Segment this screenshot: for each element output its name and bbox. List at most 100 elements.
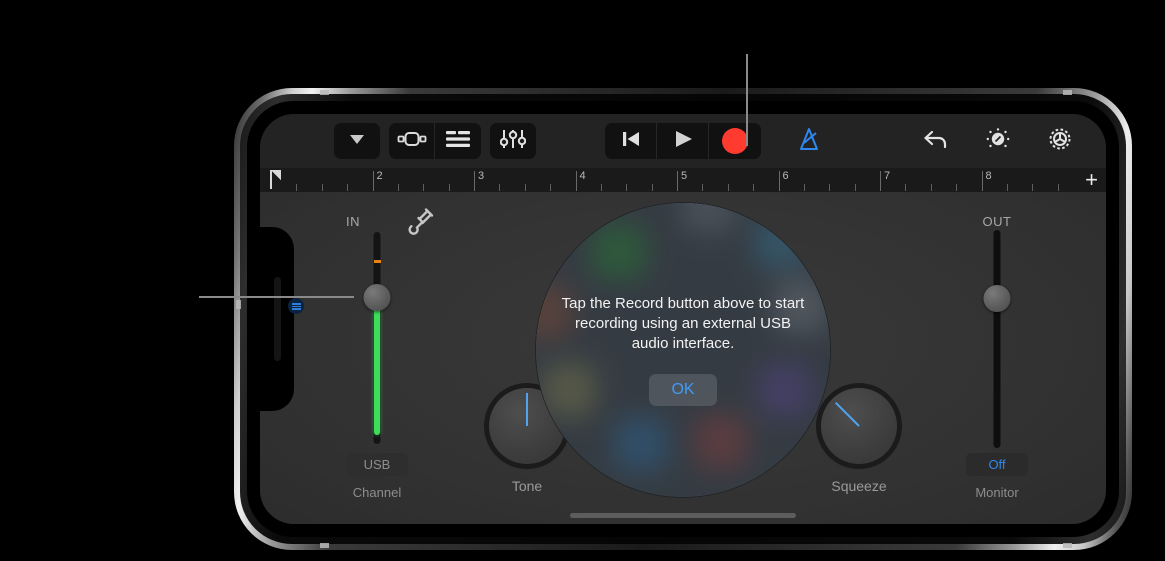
- spotlight-ok-button[interactable]: OK: [649, 374, 717, 407]
- ruler-beat-tick: [1032, 184, 1034, 191]
- navigation-chevron-button[interactable]: [334, 123, 380, 159]
- chevron-down-icon: [346, 128, 368, 155]
- ruler-beat-tick: [321, 184, 323, 191]
- metronome-button[interactable]: [789, 123, 829, 159]
- antenna-band-top-right: [1063, 90, 1072, 95]
- ruler-bar-number: 7: [884, 170, 891, 182]
- callout-to-input-fader: [199, 296, 354, 298]
- input-channel-pill[interactable]: USB: [346, 453, 408, 476]
- gear-icon: [1046, 125, 1074, 158]
- ruler-bar-number: 3: [478, 170, 485, 182]
- antenna-band-side-left: [236, 300, 241, 309]
- output-strip-title: OUT: [982, 214, 1012, 229]
- cycle-region-button[interactable]: [389, 123, 435, 159]
- fx-controls-button[interactable]: [978, 123, 1018, 159]
- add-section-button[interactable]: +: [1085, 168, 1098, 192]
- ruler-bar-number: 2: [376, 170, 383, 182]
- toolbar-right-group: [916, 123, 1080, 159]
- antenna-band-top-left: [320, 90, 329, 95]
- ruler-beat-tick: [499, 184, 501, 191]
- track-view-button[interactable]: [435, 123, 481, 159]
- ruler-beat-tick: [829, 184, 831, 191]
- ruler-beat-tick: [448, 184, 450, 191]
- instrument-panel: IN USB Channel Tone Squeeze OUT Off Moni…: [260, 192, 1106, 524]
- toolbar-left-group: [334, 123, 536, 159]
- ruler-beat-tick: [1006, 184, 1008, 191]
- output-fader-track[interactable]: [993, 230, 1001, 448]
- input-channel-strip: IN USB Channel: [302, 192, 452, 524]
- ruler-bar-tick: [981, 171, 983, 191]
- screenshot-stage: 2345678 + IN USB Channel Tone Squeeze OU…: [0, 0, 1165, 561]
- mixer-button[interactable]: [490, 123, 536, 159]
- ruler-bar-number: 4: [579, 170, 586, 182]
- input-channel-sublabel: Channel: [352, 485, 402, 500]
- device-screen: 2345678 + IN USB Channel Tone Squeeze OU…: [260, 114, 1106, 524]
- ruler-beat-tick: [854, 184, 856, 191]
- ruler-beat-tick: [397, 184, 399, 191]
- ruler-bar-tick: [474, 171, 475, 191]
- loop-region-icon: [397, 129, 427, 154]
- input-level-meter: [374, 298, 380, 435]
- play-button[interactable]: [657, 123, 709, 159]
- audio-jack-icon: [405, 206, 435, 241]
- ruler-beat-tick: [423, 184, 425, 191]
- ruler-bar-number: 8: [985, 170, 992, 182]
- output-channel-strip: OUT Off Monitor: [922, 192, 1072, 524]
- transport-controls: [605, 123, 761, 159]
- ruler-bar-tick: [880, 171, 881, 191]
- ruler-bar-tick: [778, 171, 780, 191]
- ruler-bar-tick: [575, 171, 577, 191]
- ruler-beat-tick: [727, 184, 729, 191]
- ruler-bar-number: 5: [681, 170, 688, 182]
- ruler-beat-tick: [905, 184, 907, 191]
- antenna-band-bottom-left: [320, 543, 329, 548]
- notch-speaker: [274, 277, 281, 361]
- rewind-to-start-icon: [620, 129, 642, 154]
- undo-arrow-icon: [922, 127, 950, 156]
- play-icon: [672, 129, 694, 154]
- home-indicator[interactable]: [570, 513, 796, 518]
- tone-knob-indicator: [526, 393, 528, 426]
- output-fader-thumb[interactable]: [983, 285, 1011, 312]
- input-fader-thumb[interactable]: [363, 284, 391, 311]
- record-icon: [722, 128, 748, 154]
- ruler-bar-tick: [677, 171, 678, 191]
- app-toolbar: [260, 114, 1106, 168]
- toolbar-center-group: [605, 123, 829, 159]
- device-notch: [260, 227, 294, 411]
- spotlight-message: Tap the Record button above to start rec…: [561, 294, 805, 353]
- undo-button[interactable]: [916, 123, 956, 159]
- monitor-toggle-pill[interactable]: Off: [966, 453, 1028, 476]
- ruler-bar-tick: [372, 171, 374, 191]
- monitor-sublabel: Monitor: [975, 485, 1019, 500]
- squeeze-knob[interactable]: [821, 388, 897, 464]
- ruler-beat-tick: [296, 184, 298, 191]
- metronome-icon: [795, 126, 823, 157]
- ruler-beat-tick: [600, 184, 602, 191]
- ruler-beat-tick: [1057, 184, 1059, 191]
- help-spotlight-dialog: Tap the Record button above to start rec…: [535, 202, 831, 498]
- fx-knob-icon: [984, 126, 1012, 157]
- timeline-ruler[interactable]: 2 3 4 5 6 7 8 +: [260, 168, 1106, 192]
- ruler-beat-tick: [626, 184, 628, 191]
- ruler-beat-tick: [930, 184, 932, 191]
- ruler-beat-tick: [347, 184, 349, 191]
- ruler-beat-tick: [803, 184, 805, 191]
- spotlight-content: Tap the Record button above to start rec…: [536, 203, 830, 497]
- toolbar-view-group: [389, 123, 481, 159]
- input-fader-orange-tick: [373, 260, 381, 263]
- track-list-icon: [445, 130, 471, 153]
- ruler-beat-tick: [753, 184, 755, 191]
- rewind-button[interactable]: [605, 123, 657, 159]
- playhead-marker[interactable]: [270, 170, 281, 189]
- squeeze-knob-indicator: [834, 401, 860, 427]
- antenna-band-bottom-right: [1063, 543, 1072, 548]
- status-indicator-badge: [288, 298, 304, 314]
- ruler-beat-tick: [524, 184, 526, 191]
- ruler-beat-tick: [651, 184, 653, 191]
- record-button[interactable]: [709, 123, 761, 159]
- phone-device-frame: 2345678 + IN USB Channel Tone Squeeze OU…: [234, 88, 1132, 550]
- ruler-beat-tick: [702, 184, 704, 191]
- ruler-beat-tick: [956, 184, 958, 191]
- settings-button[interactable]: [1040, 123, 1080, 159]
